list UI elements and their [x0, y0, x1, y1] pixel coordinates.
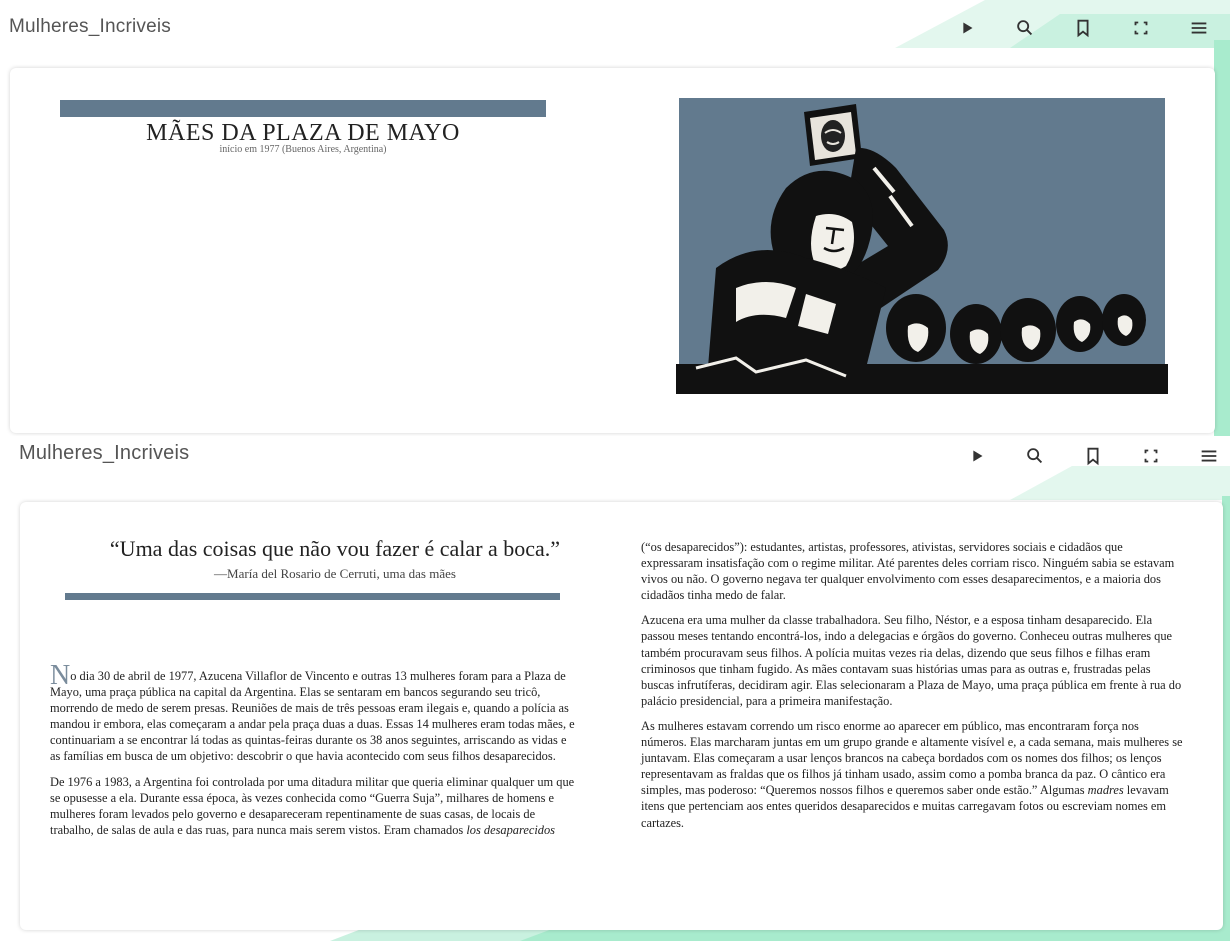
mothers-with-photo-illustration	[676, 98, 1168, 394]
viewer-header: Mulheres_Incriveis	[0, 436, 1230, 494]
pull-quote: “Uma das coisas que não vou fazer é cala…	[109, 536, 561, 561]
paragraph: No dia 30 de abril de 1977, Azucena Vill…	[50, 660, 575, 764]
page-title: MÃES DA PLAZA DE MAYO	[146, 120, 460, 146]
paragraph: As mulheres estavam correndo um risco en…	[641, 718, 1183, 830]
app-title: Mulheres_Incriveis	[9, 16, 171, 37]
paragraph: De 1976 a 1983, a Argentina foi controla…	[50, 774, 575, 837]
paragraph: Azucena era uma mulher da classe trabalh…	[641, 613, 1182, 708]
text-column-left: No dia 30 de abril de 1977, Azucena Vill…	[50, 660, 578, 847]
app-title: Mulheres_Incriveis	[19, 442, 190, 464]
page-subtitle: início em 1977 (Buenos Aires, Argentina)	[219, 144, 387, 155]
text-column-right: (“os desaparecidos”): estudantes, artist…	[641, 539, 1186, 840]
viewer-header: Mulheres_Incriveis	[0, 0, 1230, 58]
viewer-page-2: Mulheres_Incriveis “Uma das coisas que n…	[0, 436, 1230, 941]
quote-attribution: —María del Rosario de Cerruti, uma das m…	[214, 566, 456, 581]
viewer-page-1: Mulheres_Incriveis MÃES DA PLAZA DE MAYO…	[0, 0, 1230, 436]
book-page: MÃES DA PLAZA DE MAYO início em 1977 (Bu…	[10, 68, 1215, 433]
book-page: “Uma das coisas que não vou fazer é cala…	[20, 502, 1223, 930]
quote-rule	[65, 593, 560, 600]
paragraph: (“os desaparecidos”): estudantes, artist…	[641, 540, 1175, 603]
title-rule	[60, 100, 546, 117]
